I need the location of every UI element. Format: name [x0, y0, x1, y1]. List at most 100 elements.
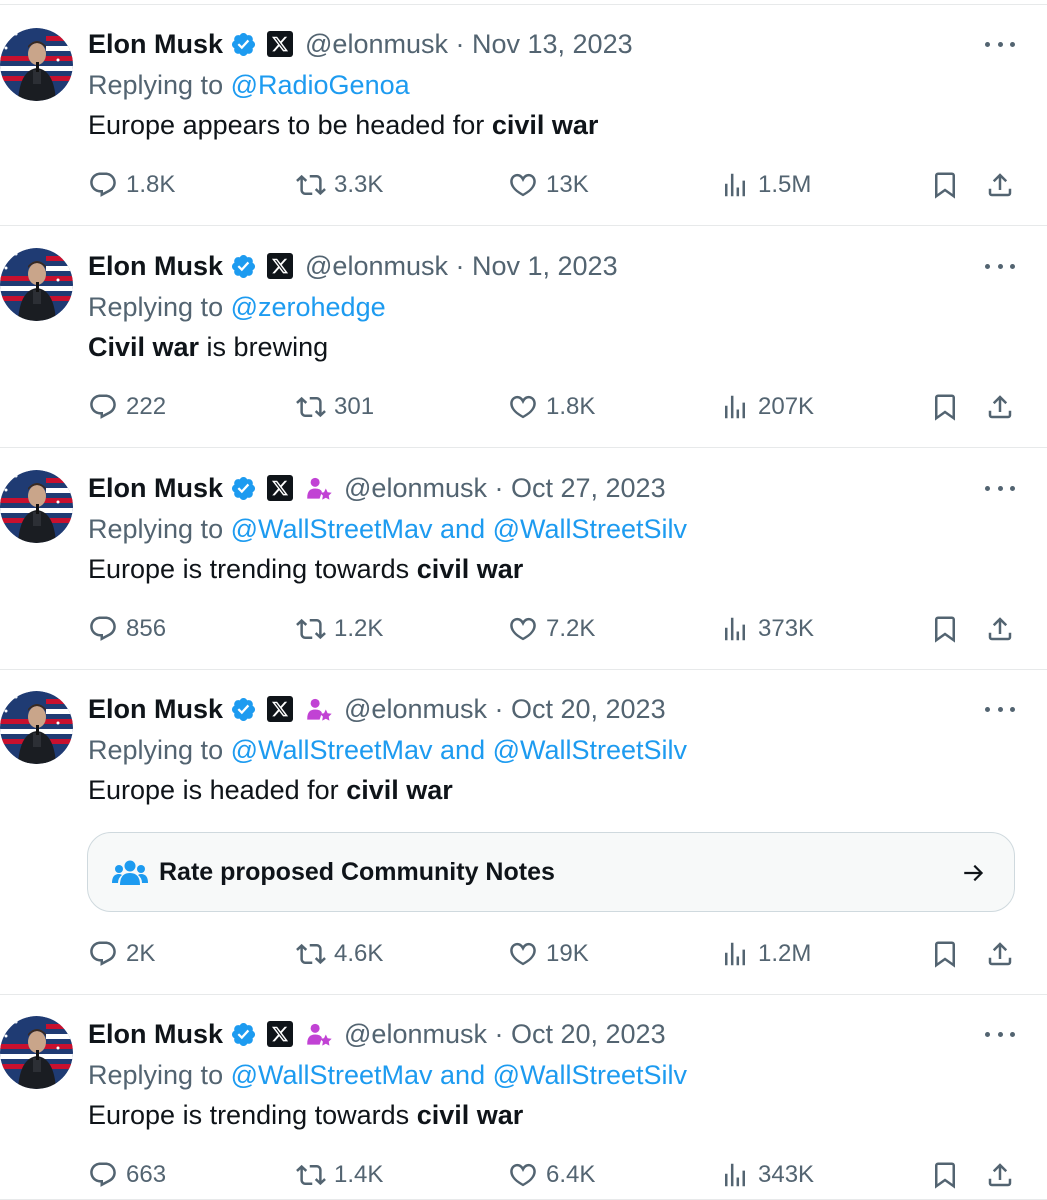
like-button[interactable]: 13K [508, 168, 589, 202]
more-options-icon[interactable] [985, 1029, 1015, 1039]
replying-to-link[interactable]: @RadioGenoa [231, 70, 410, 100]
tweet-header: Elon Musk @elonmusk · Oct 20, 2023 [88, 1017, 666, 1051]
x-affiliate-badge-icon[interactable] [267, 1021, 294, 1047]
verified-badge-icon[interactable] [230, 475, 257, 502]
replying-to-link[interactable]: @zerohedge [231, 292, 386, 322]
author-handle[interactable]: @elonmusk [344, 694, 487, 724]
tweet-date[interactable]: Nov 1, 2023 [472, 251, 618, 281]
repost-button[interactable]: 3.3K [296, 168, 383, 202]
share-button[interactable] [985, 168, 1023, 202]
tweet-text-after: is brewing [199, 332, 329, 362]
repost-button[interactable]: 4.6K [296, 937, 383, 971]
share-button[interactable] [985, 1158, 1023, 1192]
reply-icon [88, 614, 126, 644]
x-affiliate-badge-icon[interactable] [267, 475, 294, 501]
x-affiliate-badge-icon[interactable] [267, 31, 294, 57]
bookmark-button[interactable] [930, 1158, 968, 1192]
replying-prefix: Replying to [88, 1060, 231, 1090]
more-options-icon[interactable] [985, 261, 1015, 271]
author-name[interactable]: Elon Musk [88, 29, 223, 60]
repost-icon [296, 614, 334, 644]
handle-and-date: @elonmusk · Oct 27, 2023 [344, 473, 666, 504]
bookmark-icon [930, 392, 968, 422]
reply-button[interactable]: 2K [88, 937, 155, 971]
more-options-icon[interactable] [985, 704, 1015, 714]
like-button[interactable]: 19K [508, 937, 589, 971]
more-options-icon[interactable] [985, 483, 1015, 493]
bookmark-button[interactable] [930, 390, 968, 424]
separator: · [447, 28, 472, 59]
share-button[interactable] [985, 937, 1023, 971]
affiliate-person-icon[interactable] [305, 696, 332, 723]
avatar[interactable] [0, 1016, 73, 1089]
author-handle[interactable]: @elonmusk [305, 251, 448, 281]
community-icon [112, 859, 148, 887]
more-options-icon[interactable] [985, 39, 1015, 49]
like-count: 7.2K [546, 615, 596, 642]
bookmark-button[interactable] [930, 937, 968, 971]
author-name[interactable]: Elon Musk [88, 251, 223, 282]
bookmark-button[interactable] [930, 612, 968, 646]
tweet-date[interactable]: Oct 27, 2023 [511, 473, 666, 503]
views-button[interactable]: 1.2M [720, 937, 811, 971]
like-button[interactable]: 1.8K [508, 390, 595, 424]
reply-button[interactable]: 856 [88, 612, 166, 646]
replying-prefix: Replying to [88, 292, 231, 322]
repost-button[interactable]: 1.2K [296, 612, 383, 646]
reply-button[interactable]: 1.8K [88, 168, 175, 202]
bookmark-button[interactable] [930, 168, 968, 202]
avatar[interactable] [0, 248, 73, 321]
verified-badge-icon[interactable] [230, 253, 257, 280]
verified-badge-icon[interactable] [230, 696, 257, 723]
author-handle[interactable]: @elonmusk [344, 1019, 487, 1049]
handle-and-date: @elonmusk · Oct 20, 2023 [344, 1019, 666, 1050]
author-handle[interactable]: @elonmusk [344, 473, 487, 503]
avatar[interactable] [0, 28, 73, 101]
replying-prefix: Replying to [88, 70, 231, 100]
repost-count: 3.3K [334, 171, 384, 198]
like-count: 13K [546, 171, 589, 198]
avatar[interactable] [0, 470, 73, 543]
reply-count: 856 [126, 615, 167, 642]
reply-button[interactable]: 663 [88, 1158, 166, 1192]
separator: · [486, 1018, 511, 1049]
views-button[interactable]: 1.5M [720, 168, 811, 202]
reply-count: 2K [126, 940, 156, 967]
tweet-date[interactable]: Oct 20, 2023 [511, 694, 666, 724]
replying-to-link[interactable]: @WallStreetMav and @WallStreetSilv [231, 514, 687, 544]
author-name[interactable]: Elon Musk [88, 473, 223, 504]
repost-button[interactable]: 301 [296, 390, 374, 424]
share-button[interactable] [985, 612, 1023, 646]
reply-button[interactable]: 222 [88, 390, 166, 424]
tweet-date[interactable]: Nov 13, 2023 [472, 29, 633, 59]
views-count: 373K [758, 615, 815, 642]
tweet-feed: Elon Musk @elonmusk · Nov 13, 2023 Reply… [0, 0, 1047, 1200]
affiliate-person-icon[interactable] [305, 1021, 332, 1048]
views-button[interactable]: 373K [720, 612, 814, 646]
author-name[interactable]: Elon Musk [88, 694, 223, 725]
replying-to-link[interactable]: @WallStreetMav and @WallStreetSilv [231, 735, 687, 765]
community-notes-button[interactable]: Rate proposed Community Notes [87, 832, 1015, 912]
verified-badge-icon[interactable] [230, 31, 257, 58]
repost-button[interactable]: 1.4K [296, 1158, 383, 1192]
tweet-header: Elon Musk @elonmusk · Nov 1, 2023 [88, 249, 618, 283]
replying-to-link[interactable]: @WallStreetMav and @WallStreetSilv [231, 1060, 687, 1090]
like-button[interactable]: 7.2K [508, 612, 595, 646]
tweet-text-bold: civil war [491, 110, 599, 140]
share-button[interactable] [985, 390, 1023, 424]
separator: · [486, 693, 511, 724]
author-handle[interactable]: @elonmusk [305, 29, 448, 59]
avatar[interactable] [0, 691, 73, 764]
verified-badge-icon[interactable] [230, 1021, 257, 1048]
x-affiliate-badge-icon[interactable] [267, 696, 294, 722]
views-button[interactable]: 207K [720, 390, 814, 424]
views-button[interactable]: 343K [720, 1158, 814, 1192]
tweet-date[interactable]: Oct 20, 2023 [511, 1019, 666, 1049]
affiliate-person-icon[interactable] [305, 475, 332, 502]
replying-prefix: Replying to [88, 514, 231, 544]
like-count: 1.8K [546, 393, 596, 420]
like-button[interactable]: 6.4K [508, 1158, 595, 1192]
x-affiliate-badge-icon[interactable] [267, 253, 294, 279]
handle-and-date: @elonmusk · Oct 20, 2023 [344, 694, 666, 725]
author-name[interactable]: Elon Musk [88, 1019, 223, 1050]
